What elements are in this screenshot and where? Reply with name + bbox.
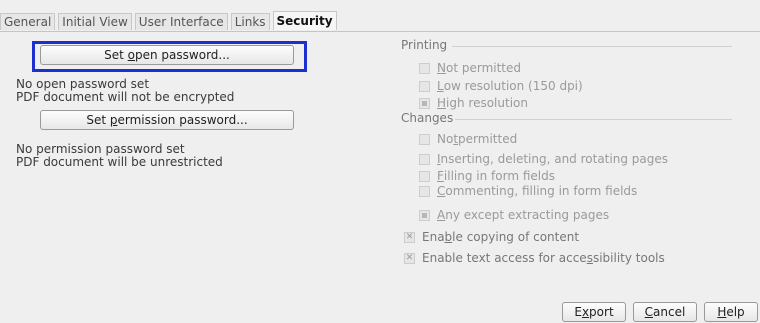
option-label: sibility tools [592,251,665,265]
export-button[interactable]: Export [562,302,626,322]
option-label: ot permitted [445,61,522,75]
option-label: Enable text access for acce [422,251,587,265]
checkbox-indicator: ✕ [404,231,415,243]
tab-initial-view[interactable]: Initial View [58,13,132,30]
radio-indicator [419,153,430,165]
permission-restriction-status: PDF document will be unrestricted [16,155,223,169]
button-label: Set [86,113,110,127]
button-label: pen password... [135,48,230,62]
mnemonic: p [109,113,118,127]
radio-indicator [419,133,430,145]
enable-accessibility-access-checkbox[interactable]: ✕ Enable text access for acce s sibility t… [404,250,665,266]
printing-high-resolution-radio[interactable]: High resolution [419,95,528,111]
radio-indicator [419,62,430,74]
changes-filling-form-fields-radio[interactable]: Filling in form fields [419,168,555,184]
option-label: ommenting, filling in form fields [445,184,638,198]
mnemonic: L [437,79,444,93]
changes-group-title: Changes [401,111,454,125]
security-panel: Set open password... No open password se… [0,31,760,293]
changes-commenting-filling-radio[interactable]: Commenting, filling in form fields [419,183,637,199]
mnemonic: C [644,305,654,319]
tab-general[interactable]: General [0,13,56,30]
mnemonic: H [437,96,447,110]
tab-bar: General Initial View User Interface Link… [0,11,340,31]
option-label: ny except extracting pages [445,208,610,222]
group-divider [452,46,732,47]
option-label: nserting, deleting, and rotating pages [440,152,668,166]
option-label: No [437,132,454,146]
mnemonic: H [717,305,727,319]
cancel-button[interactable]: Cancel [633,302,697,322]
changes-inserting-deleting-rotating-radio[interactable]: Inserting, deleting, and rotating pages [419,151,668,167]
mnemonic: x [581,305,590,319]
set-permission-password-button[interactable]: Set permission password... [40,110,294,130]
printing-not-permitted-radio[interactable]: Not permitted [419,60,521,76]
option-label: igh resolution [446,96,528,110]
radio-indicator [419,170,430,182]
open-password-encryption-status: PDF document will not be encrypted [16,90,235,104]
button-label: ancel [653,305,686,319]
radio-indicator [419,97,430,109]
button-label: Set [104,48,128,62]
mnemonic: N [437,61,446,75]
button-label: elp [726,305,745,319]
button-label: port [589,305,614,319]
group-divider [455,119,732,120]
option-label: illing in form fields [443,169,555,183]
checkbox-indicator: ✕ [404,252,415,264]
option-label: Ena [422,230,445,244]
set-open-password-button[interactable]: Set open password... [40,45,294,65]
button-label: E [574,305,582,319]
mnemonic: b [444,230,453,244]
option-label: permitted [458,132,518,146]
mnemonic: F [437,169,444,183]
printing-group-title: Printing [401,38,448,52]
option-label: le copying of content [452,230,580,244]
option-label: ow resolution (150 dpi) [443,79,583,93]
radio-indicator [419,80,430,92]
printing-low-resolution-radio[interactable]: Low resolution (150 dpi) [419,78,583,94]
mnemonic: o [127,48,136,62]
button-label: ermission password... [117,113,248,127]
mnemonic: A [437,208,446,222]
enable-copying-checkbox[interactable]: ✕ Ena b le copying of content [404,229,579,245]
mnemonic: C [437,184,446,198]
tab-user-interface[interactable]: User Interface [134,13,228,30]
radio-indicator [419,209,430,221]
radio-indicator [419,185,430,197]
tab-links[interactable]: Links [230,13,270,30]
tab-security[interactable]: Security [272,11,337,30]
changes-not-permitted-radio[interactable]: No t permitted [419,131,517,147]
open-password-status: No open password set [16,77,150,91]
help-button[interactable]: Help [704,302,758,322]
changes-any-except-extracting-radio[interactable]: Any except extracting pages [419,207,609,223]
permission-password-status: No permission password set [16,142,185,156]
